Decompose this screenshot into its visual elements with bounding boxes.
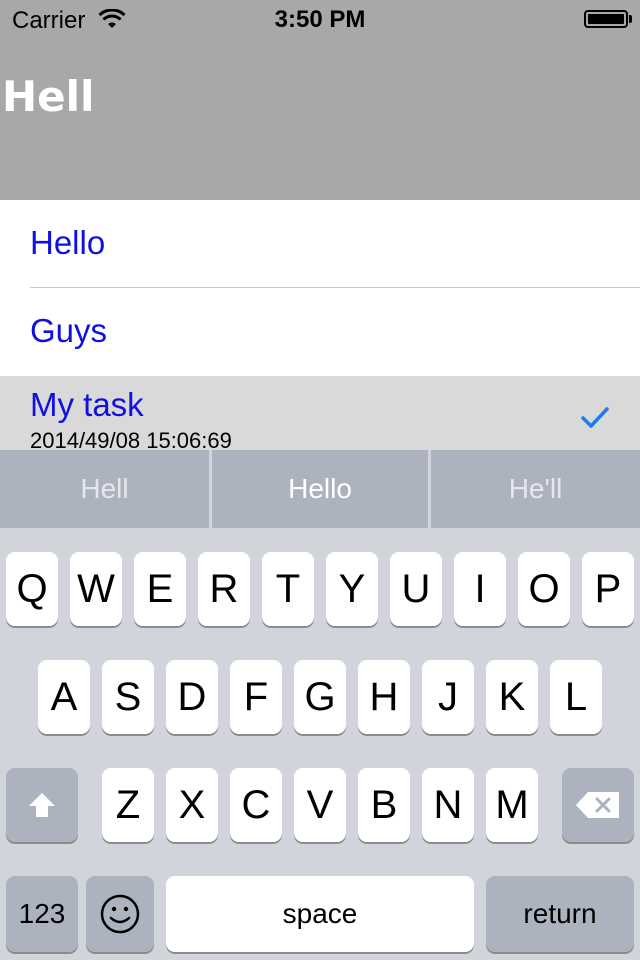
key-k[interactable]: K — [486, 660, 538, 734]
key-c[interactable]: C — [230, 768, 282, 842]
list-item[interactable]: Hello — [0, 200, 640, 288]
key-label: X — [178, 783, 206, 827]
status-bar: Carrier 3:50 PM — [0, 0, 640, 40]
suggestion-hell[interactable]: Hell — [0, 450, 209, 528]
key-label: J — [438, 675, 458, 719]
key-label: S — [114, 675, 142, 719]
emoji-icon — [100, 894, 140, 934]
key-b[interactable]: B — [358, 768, 410, 842]
delete-key[interactable] — [562, 768, 634, 842]
key-s[interactable]: S — [102, 660, 154, 734]
emoji-key[interactable] — [86, 876, 154, 952]
shift-key[interactable] — [6, 768, 78, 842]
key-o[interactable]: O — [518, 552, 570, 626]
navigation-header: Carrier 3:50 PM Hell — [0, 0, 640, 200]
key-v[interactable]: V — [294, 768, 346, 842]
key-x[interactable]: X — [166, 768, 218, 842]
list-item-label: Hello — [30, 224, 106, 261]
key-t[interactable]: T — [262, 552, 314, 626]
key-label: 123 — [18, 898, 66, 929]
battery-tip — [629, 15, 632, 23]
predictive-bar: Hell Hello He'll — [0, 450, 640, 528]
key-label: T — [275, 567, 301, 611]
list-item[interactable]: Guys — [0, 288, 640, 376]
key-d[interactable]: D — [166, 660, 218, 734]
status-time: 3:50 PM — [274, 6, 366, 33]
list-item-selected[interactable]: My task 2014/49/08 15:06:69 — [0, 376, 640, 450]
key-label: Y — [338, 567, 366, 611]
key-label: Q — [16, 567, 48, 611]
key-label: N — [433, 783, 463, 827]
key-p[interactable]: P — [582, 552, 634, 626]
key-label: V — [306, 783, 334, 827]
list-item-label: Guys — [30, 312, 108, 349]
key-label: L — [564, 675, 588, 719]
key-label: A — [50, 675, 78, 719]
list-item-label: My task — [30, 386, 144, 423]
key-w[interactable]: W — [70, 552, 122, 626]
key-e[interactable]: E — [134, 552, 186, 626]
key-label: K — [498, 675, 526, 719]
page-title: Hell — [2, 72, 95, 121]
key-label: U — [401, 567, 431, 611]
key-y[interactable]: Y — [326, 552, 378, 626]
key-z[interactable]: Z — [102, 768, 154, 842]
return-key[interactable]: return — [486, 876, 634, 952]
key-g[interactable]: G — [294, 660, 346, 734]
key-label: H — [369, 675, 399, 719]
keyboard: Q W E R T Y U I O P A S D F G H J K L Z … — [0, 528, 640, 960]
suggestion-hell-apostrophe[interactable]: He'll — [431, 450, 640, 528]
key-m[interactable]: M — [486, 768, 538, 842]
suggestion-hello[interactable]: Hello — [212, 450, 428, 528]
key-label: I — [474, 567, 486, 611]
key-i[interactable]: I — [454, 552, 506, 626]
key-label: M — [495, 783, 529, 827]
key-h[interactable]: H — [358, 660, 410, 734]
key-label: G — [304, 675, 336, 719]
key-label: C — [241, 783, 271, 827]
key-label: return — [523, 898, 597, 929]
key-a[interactable]: A — [38, 660, 90, 734]
key-n[interactable]: N — [422, 768, 474, 842]
key-q[interactable]: Q — [6, 552, 58, 626]
key-label: D — [177, 675, 207, 719]
key-r[interactable]: R — [198, 552, 250, 626]
key-label: P — [594, 567, 622, 611]
battery-icon — [584, 10, 628, 28]
checkmark-icon — [581, 407, 609, 428]
key-label: W — [77, 567, 115, 611]
key-u[interactable]: U — [390, 552, 442, 626]
key-l[interactable]: L — [550, 660, 602, 734]
task-list: Hello Guys My task 2014/49/08 15:06:69 — [0, 200, 640, 450]
space-key[interactable]: space — [166, 876, 474, 952]
shift-icon — [29, 793, 55, 817]
key-label: space — [282, 898, 358, 929]
key-label: Z — [115, 783, 141, 827]
delete-icon — [576, 792, 619, 818]
key-j[interactable]: J — [422, 660, 474, 734]
key-f[interactable]: F — [230, 660, 282, 734]
key-label: E — [146, 567, 174, 611]
key-label: F — [243, 675, 269, 719]
key-label: B — [370, 783, 398, 827]
list-item-date: 2014/49/08 15:06:69 — [30, 428, 232, 450]
key-label: O — [528, 567, 560, 611]
numbers-key[interactable]: 123 — [6, 876, 78, 952]
key-label: R — [209, 567, 239, 611]
